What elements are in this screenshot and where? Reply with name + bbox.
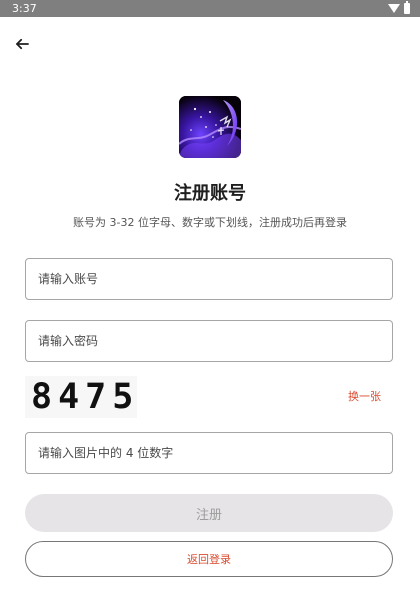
back-button[interactable] — [12, 34, 32, 54]
app-logo — [179, 96, 241, 158]
password-field[interactable] — [25, 320, 393, 362]
register-subtitle: 账号为 3-32 位字母、数字或下划线，注册成功后再登录 — [73, 216, 347, 229]
page-title: 注册账号 — [174, 183, 246, 204]
captcha-field[interactable] — [25, 432, 393, 474]
account-input[interactable] — [26, 259, 392, 299]
password-input[interactable] — [26, 321, 392, 361]
register-button[interactable]: 注册 — [25, 494, 393, 532]
battery-icon — [404, 1, 410, 14]
status-icons — [388, 1, 410, 14]
status-time: 3:37 — [12, 2, 37, 15]
captcha-input[interactable] — [26, 433, 392, 473]
account-field[interactable] — [25, 258, 393, 300]
bottom-spacing — [0, 600, 420, 611]
captcha-image[interactable]: 8475 — [25, 376, 137, 418]
wifi-icon — [388, 4, 400, 13]
arrow-left-icon — [16, 38, 29, 50]
register-screen: 3:37 注册账号 账号为 3-32 位字母、数字或下划线，注册成功后再登录 请… — [0, 0, 420, 611]
status-bar: 3:37 — [0, 0, 420, 17]
refresh-captcha-link[interactable]: 换一张 — [348, 390, 381, 404]
back-to-login-button[interactable]: 返回登录 — [25, 541, 393, 577]
app-logo-icon — [179, 96, 241, 158]
